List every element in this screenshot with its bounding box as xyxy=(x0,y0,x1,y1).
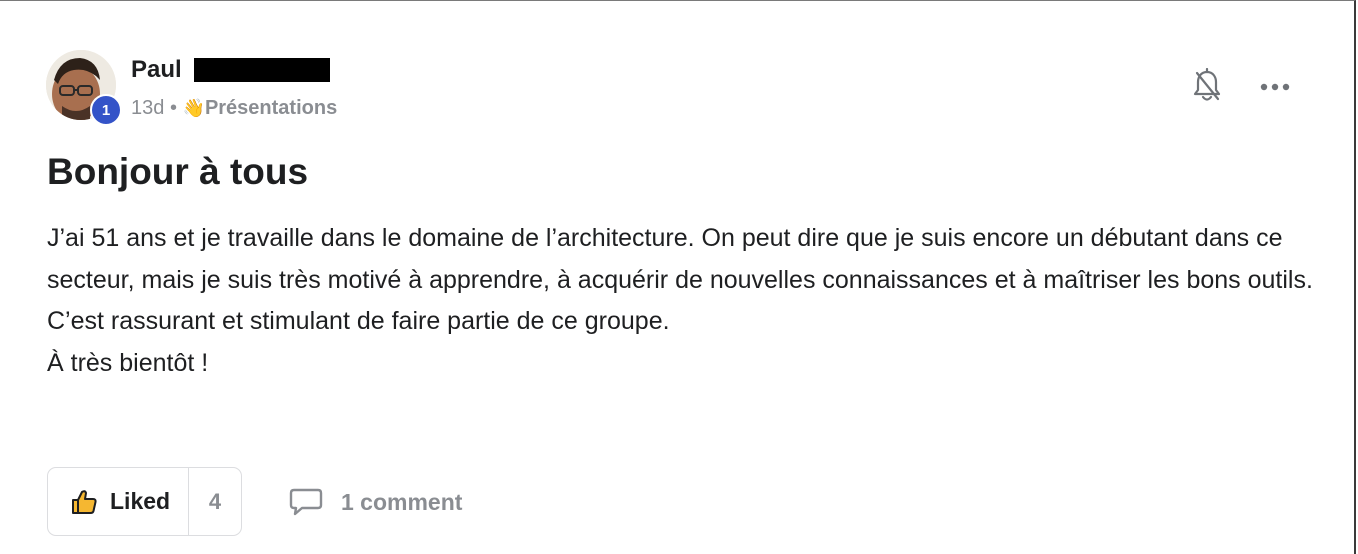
more-options-button[interactable] xyxy=(1256,75,1294,101)
comment-label: 1 comment xyxy=(341,488,463,515)
level-badge: 1 xyxy=(90,94,122,126)
like-button-group: Liked 4 xyxy=(47,467,242,536)
comment-button[interactable]: 1 comment xyxy=(289,486,462,518)
post-paragraph: J’ai 51 ans et je travaille dans le doma… xyxy=(47,224,1313,294)
post-age[interactable]: 13d xyxy=(131,97,164,119)
meta-separator: • xyxy=(169,97,177,119)
post-paragraph: À très bientôt ! xyxy=(47,348,209,377)
notification-toggle-button[interactable] xyxy=(1190,67,1224,109)
more-horizontal-icon xyxy=(1259,79,1291,97)
like-button[interactable]: Liked xyxy=(48,468,189,535)
thumbs-up-icon xyxy=(70,488,98,516)
post-paragraph: C’est rassurant et stimulant de faire pa… xyxy=(47,307,670,335)
comment-bubble-icon xyxy=(289,487,323,517)
post-card: 1 Paul 13d • 👋Présentations Bonjour à to… xyxy=(0,0,1356,554)
like-count[interactable]: 4 xyxy=(189,468,241,535)
post-meta: 13d • 👋Présentations xyxy=(131,94,337,122)
author-name[interactable]: Paul xyxy=(131,55,182,85)
waving-hand-icon: 👋 xyxy=(182,98,205,118)
bell-slash-icon xyxy=(1192,67,1222,109)
post-body: J’ai 51 ans et je travaille dans le doma… xyxy=(47,218,1327,384)
like-label: Liked xyxy=(110,488,171,514)
category-link[interactable]: Présentations xyxy=(205,97,337,119)
post-title: Bonjour à tous xyxy=(47,151,309,192)
redacted-surname xyxy=(194,58,330,82)
